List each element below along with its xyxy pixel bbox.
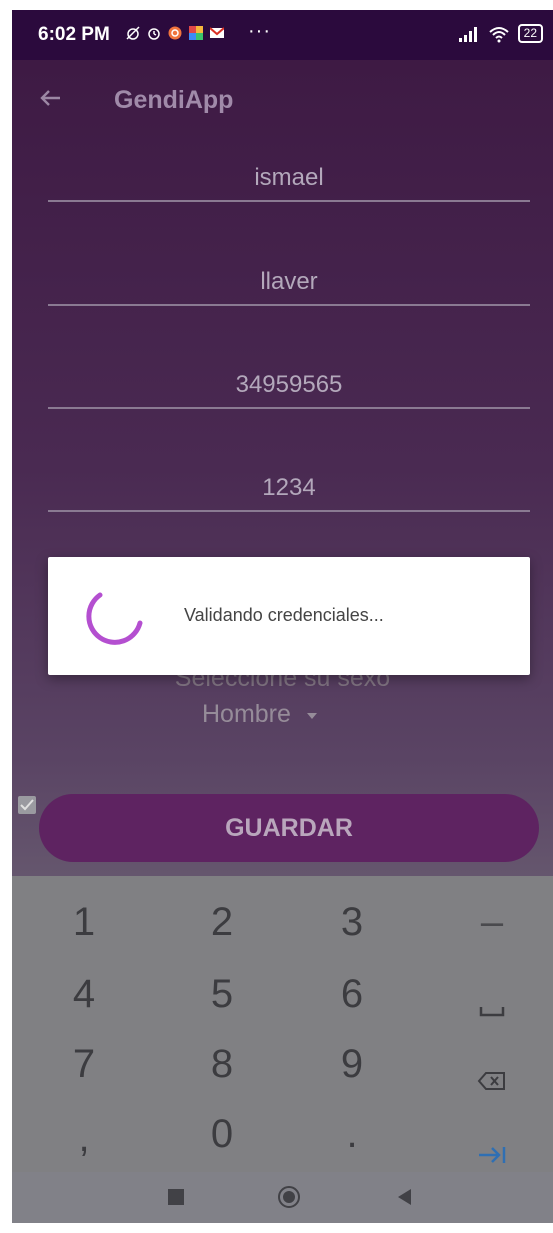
checkbox[interactable] (18, 796, 36, 814)
key-3[interactable]: 3 (292, 900, 412, 945)
photos-icon (189, 26, 203, 40)
backspace-icon (477, 1072, 505, 1090)
numeric-keyboard: 1 2 3 – 4 5 6 7 8 9 , 0 . (12, 876, 553, 1223)
key-next[interactable] (432, 1130, 552, 1175)
key-comma[interactable]: , (24, 1116, 144, 1161)
space-icon (479, 1007, 505, 1017)
key-period[interactable]: . (292, 1112, 412, 1157)
next-tab-icon (479, 1147, 506, 1163)
key-minus[interactable]: – (432, 900, 552, 945)
dialog-message: Validando credenciales... (184, 605, 384, 625)
key-4[interactable]: 4 (24, 972, 144, 1017)
id-number-field[interactable]: 34959565 (48, 363, 530, 409)
phone-screen: 6:02 PM ··· 22 GendiApp ismael llaver 34… (12, 10, 553, 1223)
navigation-bar (12, 1172, 553, 1223)
key-2[interactable]: 2 (162, 900, 282, 945)
alarm-off-icon (126, 26, 140, 40)
key-6[interactable]: 6 (292, 972, 412, 1017)
instagram-icon (168, 26, 182, 40)
back-arrow-icon[interactable] (38, 86, 62, 110)
dropdown-caret-icon (306, 712, 317, 719)
status-time: 6:02 PM (38, 24, 110, 45)
nav-back-icon[interactable] (398, 1189, 411, 1205)
loading-spinner-icon (86, 592, 143, 645)
key-1[interactable]: 1 (24, 900, 144, 945)
app-title: GendiApp (114, 86, 234, 114)
key-7[interactable]: 7 (24, 1042, 144, 1087)
check-icon (20, 799, 34, 811)
password-field[interactable]: 1234 (48, 466, 530, 512)
signal-icon (458, 26, 477, 42)
app-bar: GendiApp (12, 60, 553, 144)
gmail-icon (210, 27, 224, 38)
last-name-field[interactable]: llaver (48, 260, 530, 306)
key-backspace[interactable] (432, 1056, 552, 1101)
key-0[interactable]: 0 (162, 1112, 282, 1157)
battery-icon: 22 (517, 24, 543, 43)
more-notifications-icon: ··· (248, 20, 271, 42)
key-8[interactable]: 8 (162, 1042, 282, 1087)
name-field[interactable]: ismael (48, 156, 530, 202)
status-bar: 6:02 PM ··· 22 (12, 10, 553, 60)
alarm-icon (148, 28, 160, 40)
save-button[interactable]: GUARDAR (39, 794, 539, 862)
wifi-icon (488, 26, 509, 42)
sex-dropdown[interactable]: Hombre (202, 700, 317, 729)
sex-selected-value: Hombre (202, 700, 291, 728)
key-5[interactable]: 5 (162, 972, 282, 1017)
app-content: GendiApp ismael llaver 34959565 1234 Sel… (12, 60, 553, 1223)
progress-dialog: Validando credenciales... (48, 557, 530, 675)
key-9[interactable]: 9 (292, 1042, 412, 1087)
recents-icon[interactable] (168, 1189, 184, 1205)
key-space[interactable] (432, 984, 552, 1029)
home-icon[interactable] (278, 1186, 300, 1208)
